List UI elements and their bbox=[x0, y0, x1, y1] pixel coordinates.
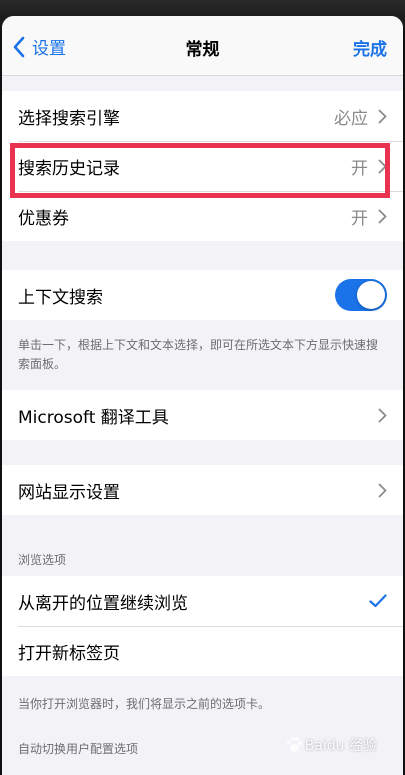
browse-options-group: 从离开的位置继续浏览 打开新标签页 bbox=[2, 576, 403, 676]
row-value: 开 bbox=[351, 208, 368, 229]
row-label: 优惠券 bbox=[18, 208, 69, 229]
context-search-footnote: 单击一下，根据上下文和文本选择，即可在所选文本下方显示快速搜索面板。 bbox=[2, 320, 403, 390]
row-continue-browsing[interactable]: 从离开的位置继续浏览 bbox=[2, 576, 403, 626]
chevron-right-icon bbox=[378, 109, 387, 123]
row-label: Microsoft 翻译工具 bbox=[18, 407, 169, 428]
row-label: 搜索历史记录 bbox=[18, 158, 120, 179]
translator-group: Microsoft 翻译工具 bbox=[2, 390, 403, 440]
done-button[interactable]: 完成 bbox=[353, 35, 387, 60]
row-site-display[interactable]: 网站显示设置 bbox=[2, 465, 403, 515]
chevron-right-icon bbox=[378, 209, 387, 223]
row-label: 网站显示设置 bbox=[18, 482, 120, 503]
browse-options-header: 浏览选项 bbox=[18, 553, 67, 567]
site-display-group: 网站显示设置 bbox=[2, 465, 403, 515]
row-coupons[interactable]: 优惠券 开 bbox=[2, 191, 403, 241]
row-context-search: 上下文搜索 bbox=[2, 270, 403, 320]
row-search-history[interactable]: 搜索历史记录 开 bbox=[2, 141, 403, 191]
row-label: 选择搜索引擎 bbox=[18, 108, 120, 129]
settings-sheet: 设置 常规 完成 选择搜索引擎 必应 搜索历史记录 开 优惠券 开 上下文搜索 … bbox=[2, 16, 403, 775]
row-label: 从离开的位置继续浏览 bbox=[18, 593, 188, 614]
browse-options-footnote: 当你打开浏览器时，我们将显示之前的选项卡。 bbox=[2, 676, 403, 730]
search-settings-group: 选择搜索引擎 必应 搜索历史记录 开 优惠券 开 bbox=[2, 91, 403, 241]
context-search-toggle[interactable] bbox=[335, 279, 387, 311]
page-title: 常规 bbox=[185, 40, 220, 60]
row-value: 必应 bbox=[334, 108, 368, 129]
chevron-right-icon bbox=[378, 408, 387, 422]
row-value: 开 bbox=[351, 158, 368, 179]
paw-icon bbox=[286, 737, 302, 752]
watermark-text: Baidu 经验 bbox=[304, 738, 377, 754]
toggle-knob bbox=[357, 281, 385, 309]
navigation-bar: 设置 常规 完成 bbox=[2, 16, 403, 76]
chevron-right-icon bbox=[378, 483, 387, 497]
row-open-new-tab[interactable]: 打开新标签页 bbox=[2, 626, 403, 676]
chevron-right-icon bbox=[378, 159, 387, 173]
row-search-engine[interactable]: 选择搜索引擎 必应 bbox=[2, 91, 403, 141]
row-translator[interactable]: Microsoft 翻译工具 bbox=[2, 390, 403, 440]
checkmark-icon bbox=[369, 594, 387, 608]
row-label: 上下文搜索 bbox=[18, 287, 103, 308]
row-label: 打开新标签页 bbox=[18, 643, 120, 664]
context-search-group: 上下文搜索 bbox=[2, 270, 403, 320]
watermark: Baidu 经验 bbox=[283, 735, 377, 755]
